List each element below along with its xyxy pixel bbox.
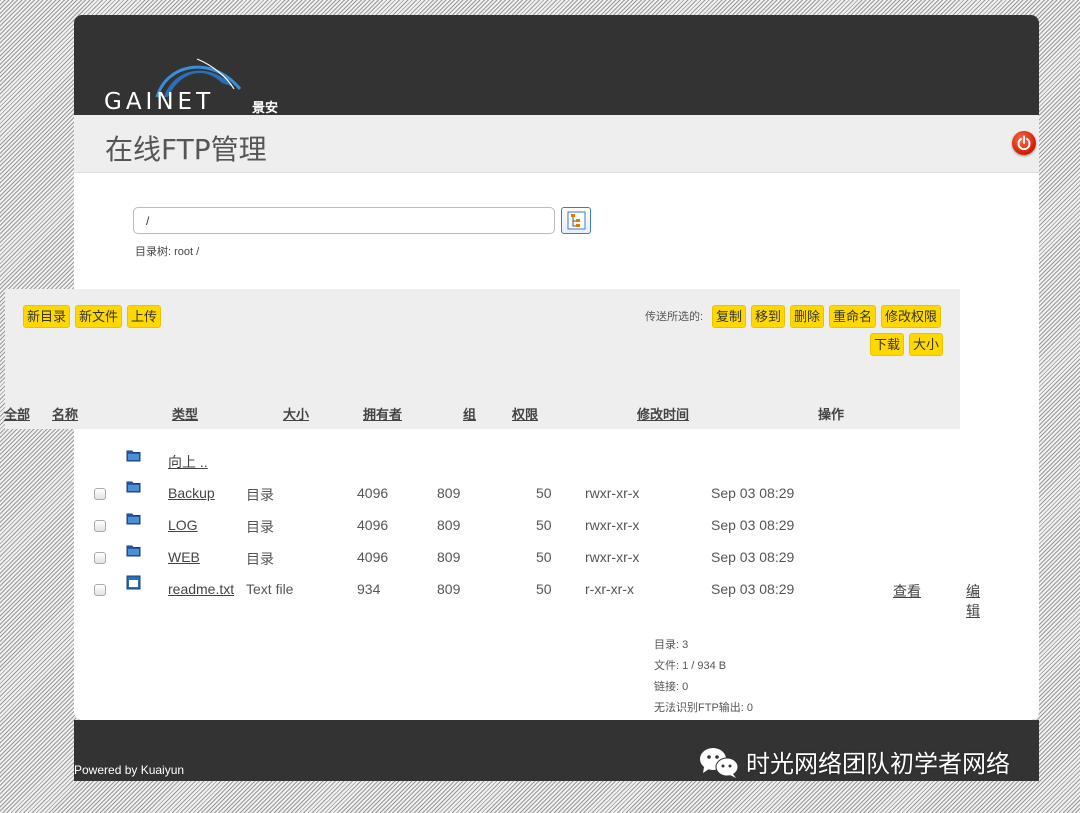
file-mtime: Sep 03 08:29: [711, 517, 795, 533]
header-select-all[interactable]: 全部: [4, 404, 30, 423]
file-perms: rwxr-xr-x: [585, 549, 640, 565]
move-button[interactable]: 移到: [751, 305, 786, 328]
file-type: 目录: [246, 551, 274, 567]
page-title: 在线FTP管理: [105, 133, 267, 166]
file-name-link[interactable]: readme.txt: [168, 581, 234, 597]
size-button[interactable]: 大小: [909, 333, 944, 356]
file-icon: [126, 575, 141, 590]
header-type[interactable]: 类型: [172, 404, 198, 423]
file-group: 50: [536, 517, 552, 533]
header-size[interactable]: 大小: [283, 404, 309, 423]
watermark: 时光网络团队初学者网络: [698, 744, 1010, 779]
row-checkbox[interactable]: [94, 584, 106, 596]
powered-by: Powered by Kuaiyun: [74, 763, 185, 777]
folder-icon: [126, 545, 141, 557]
power-icon: [1017, 135, 1031, 151]
table-row: WEB 目录 4096 809 50 rwxr-xr-x Sep 03 08:2…: [0, 541, 965, 573]
header-perms[interactable]: 权限: [512, 404, 538, 423]
row-checkbox[interactable]: [94, 552, 106, 564]
logo-text-cn: 景安: [252, 100, 279, 115]
dir-tree-label: 目录树: root /: [135, 246, 200, 258]
file-name-link[interactable]: WEB: [168, 549, 200, 565]
header-owner[interactable]: 拥有者: [363, 404, 402, 423]
file-type: 目录: [246, 487, 274, 503]
file-mtime: Sep 03 08:29: [711, 581, 795, 597]
file-owner: 809: [437, 485, 461, 501]
directory-tree-button[interactable]: [561, 207, 591, 234]
toolbar: 新目录 新文件 上传 传送所选的: 复制 移到 删除 重命名 修改权限 下载 大…: [4, 289, 960, 429]
watermark-text: 时光网络团队初学者网络: [746, 750, 1010, 778]
file-size: 4096: [357, 485, 389, 501]
new-dir-button[interactable]: 新目录: [23, 305, 71, 328]
summary-stats: 目录: 3 文件: 1 / 934 B 链接: 0 无法识别FTP输出: 0: [654, 635, 753, 719]
file-type: 目录: [246, 519, 274, 535]
gainet-logo: GAINET 景安: [102, 53, 302, 115]
stat-dirs: 目录: 3: [654, 639, 689, 651]
file-owner: 809: [437, 549, 461, 565]
file-perms: rwxr-xr-x: [585, 485, 640, 501]
view-link[interactable]: 查看: [893, 581, 921, 601]
row-checkbox[interactable]: [94, 520, 106, 532]
file-owner: 809: [437, 581, 461, 597]
file-mtime: Sep 03 08:29: [711, 485, 795, 501]
folder-icon: [126, 481, 141, 493]
new-file-button[interactable]: 新文件: [75, 305, 123, 328]
upload-button[interactable]: 上传: [127, 305, 162, 328]
file-size: 4096: [357, 549, 389, 565]
stat-files: 文件: 1 / 934 B: [654, 660, 727, 672]
header-bar: GAINET 景安: [74, 15, 1039, 115]
wechat-icon: [700, 747, 739, 778]
header-name[interactable]: 名称: [52, 404, 78, 423]
file-group: 50: [536, 549, 552, 565]
file-group: 50: [536, 485, 552, 501]
folder-icon: [126, 450, 141, 462]
row-checkbox[interactable]: [94, 488, 106, 500]
file-size: 4096: [357, 517, 389, 533]
file-perms: r-xr-xr-x: [585, 581, 634, 597]
path-input[interactable]: [133, 207, 555, 234]
file-name-link[interactable]: Backup: [168, 485, 215, 501]
stat-unrecognized: 无法识别FTP输出: 0: [654, 702, 754, 714]
file-perms: rwxr-xr-x: [585, 517, 640, 533]
file-type: Text file: [246, 581, 294, 597]
copy-button[interactable]: 复制: [712, 305, 747, 328]
file-name-link[interactable]: LOG: [168, 517, 198, 533]
header-actions: 操作: [818, 407, 845, 422]
transfer-selected-label: 传送所选的:: [645, 311, 704, 323]
edit-link[interactable]: 编辑: [966, 581, 980, 621]
table-row: LOG 目录 4096 809 50 rwxr-xr-x Sep 03 08:2…: [0, 509, 965, 541]
up-link[interactable]: 向上 ..: [168, 452, 208, 472]
title-bar: 在线FTP管理: [74, 115, 1039, 173]
path-area: 目录树: root /: [74, 173, 1039, 303]
table-row: Backup 目录 4096 809 50 rwxr-xr-x Sep 03 0…: [0, 477, 965, 509]
file-size: 934: [357, 581, 381, 597]
folder-icon: [126, 513, 141, 525]
table-row: readme.txt Text file 934 809 50 r-xr-xr-…: [0, 573, 980, 619]
table-row-up: 向上 ..: [0, 445, 965, 477]
logout-power-button[interactable]: [1012, 131, 1036, 155]
file-mtime: Sep 03 08:29: [711, 549, 795, 565]
header-group[interactable]: 组: [463, 404, 476, 423]
rename-button[interactable]: 重命名: [829, 305, 877, 328]
file-group: 50: [536, 581, 552, 597]
stat-links: 链接: 0: [654, 681, 689, 693]
delete-button[interactable]: 删除: [790, 305, 825, 328]
chmod-button[interactable]: 修改权限: [881, 305, 942, 328]
header-mtime[interactable]: 修改时间: [637, 404, 689, 423]
tree-icon: [567, 211, 586, 230]
download-button[interactable]: 下载: [870, 333, 905, 356]
logo-text: GAINET: [104, 89, 215, 115]
file-owner: 809: [437, 517, 461, 533]
